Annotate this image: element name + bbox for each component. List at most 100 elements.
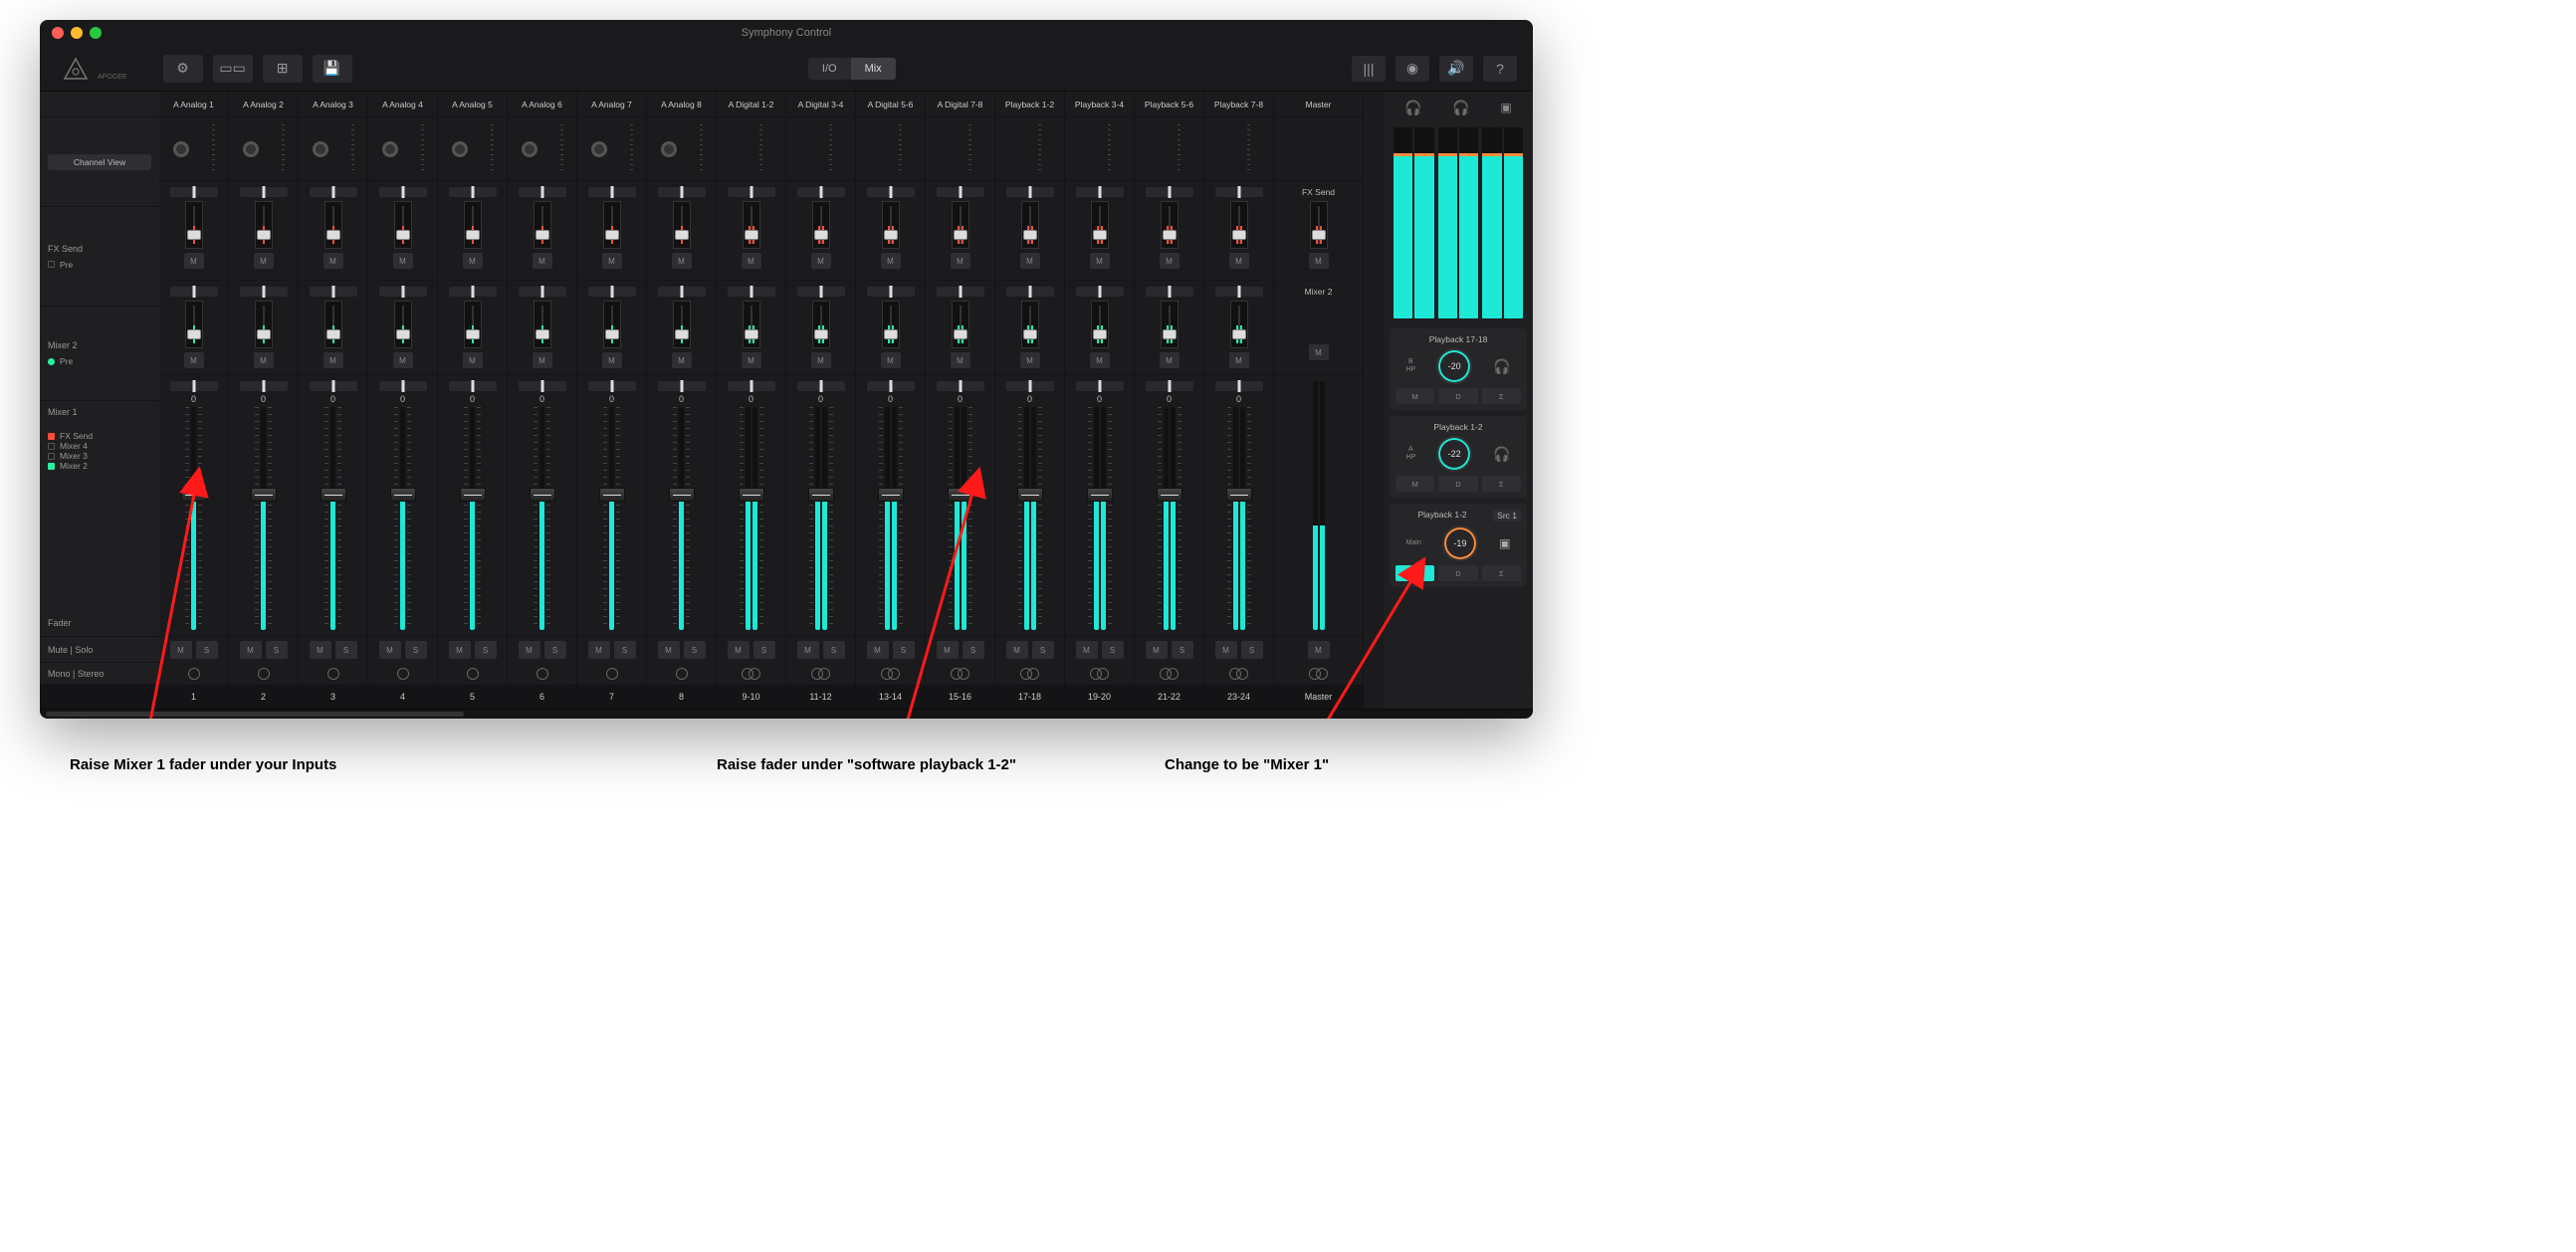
mute-button[interactable]: M (393, 253, 413, 269)
mini-fader[interactable] (952, 201, 969, 249)
mute-button[interactable]: M (184, 253, 204, 269)
mono-stereo-row[interactable] (647, 663, 716, 685)
pan-slider[interactable] (1215, 381, 1263, 391)
output-a-title[interactable]: Playback 1-2 (1395, 422, 1521, 432)
channel-view-button[interactable]: Channel View (48, 154, 151, 170)
mini-fader[interactable] (673, 301, 691, 348)
mute-button[interactable]: M (1146, 641, 1168, 659)
pan-slider[interactable] (519, 381, 566, 391)
channel-fader[interactable] (383, 407, 423, 630)
pan-slider[interactable] (658, 287, 706, 297)
mute-button[interactable]: M (1020, 352, 1040, 368)
mono-stereo-row[interactable] (856, 663, 925, 685)
channel-name[interactable]: A Analog 2 (229, 92, 298, 117)
mixer1-option[interactable]: Mixer 2 (48, 461, 151, 471)
mini-fader[interactable] (743, 201, 760, 249)
mini-fader[interactable] (324, 201, 342, 249)
pan-slider[interactable] (1076, 381, 1124, 391)
pan-slider[interactable] (1146, 287, 1193, 297)
pan-slider[interactable] (937, 381, 984, 391)
master-fader[interactable] (1299, 381, 1339, 630)
mono-stereo-row[interactable] (299, 663, 367, 685)
channel-fader[interactable] (1219, 407, 1259, 630)
mini-fader[interactable] (673, 201, 691, 249)
mini-fader[interactable] (882, 301, 900, 348)
mute-button[interactable]: M (728, 641, 750, 659)
mute-button[interactable]: M (742, 352, 761, 368)
mute-button[interactable]: M (867, 641, 889, 659)
mute-button[interactable]: M (240, 641, 262, 659)
mute-button[interactable]: M (602, 352, 622, 368)
solo-button[interactable]: S (753, 641, 775, 659)
mono-stereo-row[interactable] (577, 663, 646, 685)
solo-button[interactable]: S (266, 641, 288, 659)
solo-button[interactable]: S (614, 641, 636, 659)
pan-slider[interactable] (170, 381, 218, 391)
scrollbar-thumb[interactable] (46, 712, 464, 717)
channel-name[interactable]: A Analog 1 (159, 92, 228, 117)
mute-button[interactable]: M (1229, 352, 1249, 368)
mute-button[interactable]: M (1090, 253, 1110, 269)
mini-fader[interactable] (394, 301, 412, 348)
mute-button[interactable]: M (449, 641, 471, 659)
channel-fader[interactable] (453, 407, 493, 630)
channel-name[interactable]: A Digital 5-6 (856, 92, 925, 117)
pan-slider[interactable] (728, 381, 775, 391)
mono-stereo-row[interactable] (995, 663, 1064, 685)
minimize-icon[interactable] (71, 27, 83, 39)
mute-button[interactable]: M (310, 641, 331, 659)
solo-button[interactable]: S (684, 641, 706, 659)
channel-fader[interactable] (523, 407, 562, 630)
pan-slider[interactable] (867, 381, 915, 391)
channel-name[interactable]: A Analog 5 (438, 92, 507, 117)
mini-fader[interactable] (534, 301, 551, 348)
output-b-knob[interactable]: -20 (1436, 348, 1472, 384)
mono-stereo-row[interactable] (717, 663, 785, 685)
solo-button[interactable]: S (196, 641, 218, 659)
mini-fader[interactable] (603, 301, 621, 348)
mute-button[interactable]: M (463, 253, 483, 269)
mute-button[interactable]: M (1020, 253, 1040, 269)
mute-button[interactable]: M (881, 352, 901, 368)
mono-stereo-row[interactable] (786, 663, 855, 685)
channel-name[interactable]: Playback 5-6 (1135, 92, 1203, 117)
mute-button[interactable]: M (1309, 253, 1329, 269)
output-a-mute[interactable]: M (1395, 476, 1434, 492)
mute-button[interactable]: M (811, 253, 831, 269)
mini-fader[interactable] (1021, 201, 1039, 249)
pan-slider[interactable] (1076, 187, 1124, 197)
mute-button[interactable]: M (797, 641, 819, 659)
mute-button[interactable]: M (672, 253, 692, 269)
mono-stereo-row[interactable] (508, 663, 576, 685)
solo-button[interactable]: S (963, 641, 984, 659)
pan-slider[interactable] (170, 187, 218, 197)
channel-name[interactable]: A Analog 3 (299, 92, 367, 117)
channel-name[interactable]: Playback 3-4 (1065, 92, 1134, 117)
solo-button[interactable]: S (823, 641, 845, 659)
mini-fader[interactable] (743, 301, 760, 348)
channel-fader[interactable] (801, 407, 841, 630)
channel-fader[interactable] (871, 407, 911, 630)
mute-button[interactable]: M (937, 641, 959, 659)
pan-slider[interactable] (1215, 187, 1263, 197)
mini-fader[interactable] (394, 201, 412, 249)
mic-button[interactable]: ◉ (1395, 56, 1429, 82)
solo-button[interactable]: S (1102, 641, 1124, 659)
output-main-src[interactable]: Src 1 (1493, 510, 1521, 522)
mute-button[interactable]: M (1160, 253, 1180, 269)
pan-slider[interactable] (728, 287, 775, 297)
channel-fader[interactable] (732, 407, 771, 630)
mute-button[interactable]: M (323, 352, 343, 368)
channel-name[interactable]: A Digital 1-2 (717, 92, 785, 117)
mute-button[interactable]: M (533, 253, 552, 269)
channel-fader[interactable] (941, 407, 980, 630)
pan-slider[interactable] (240, 187, 288, 197)
channel-fader[interactable] (1010, 407, 1050, 630)
mini-fader[interactable] (1091, 201, 1109, 249)
mute-button[interactable]: M (1006, 641, 1028, 659)
mono-stereo-row[interactable] (1065, 663, 1134, 685)
mute-button[interactable]: M (951, 253, 970, 269)
output-a-dim[interactable]: D (1438, 476, 1477, 492)
output-main-mute[interactable]: M (1395, 565, 1434, 581)
mute-button[interactable]: M (184, 352, 204, 368)
